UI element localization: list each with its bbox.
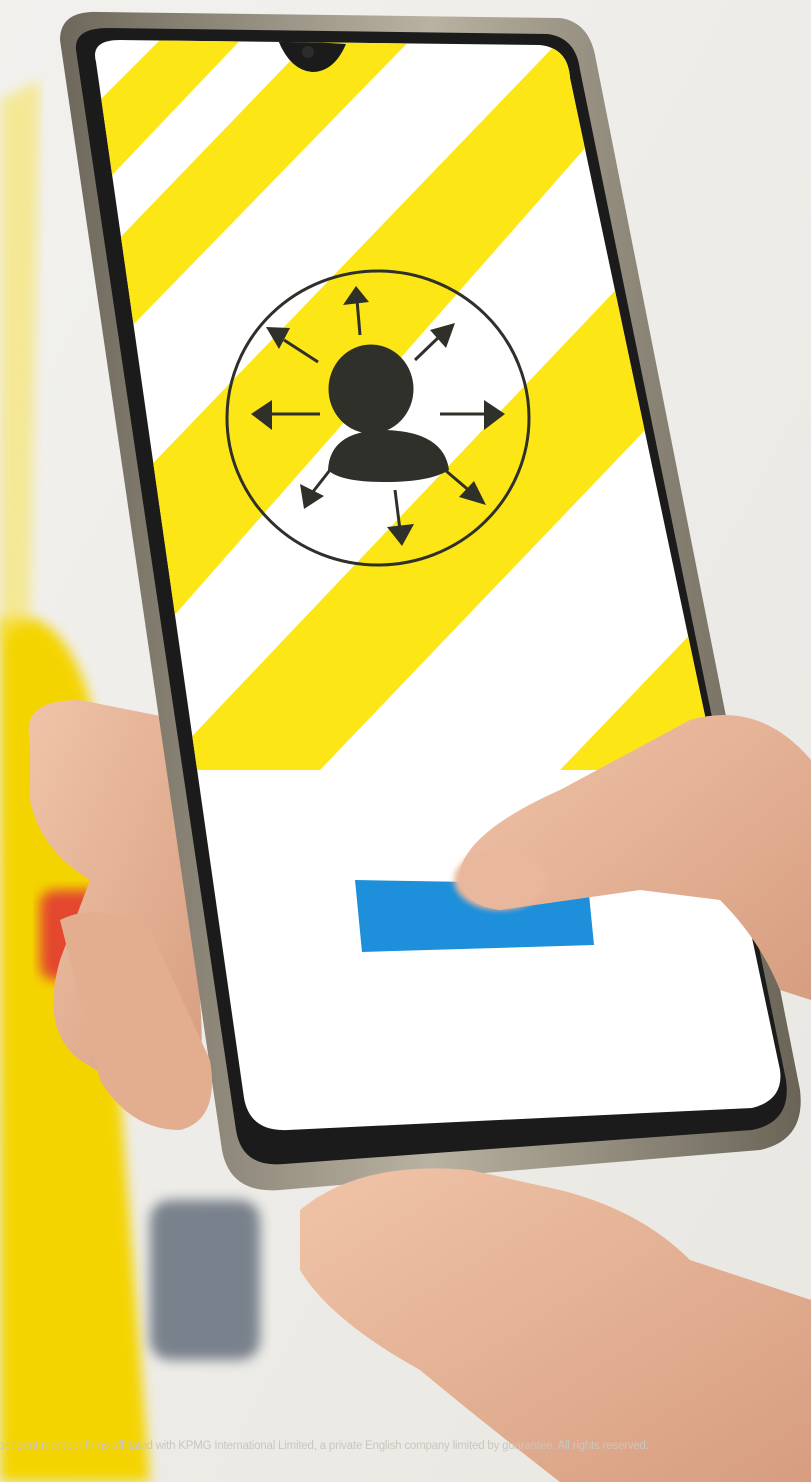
fingertip	[454, 850, 546, 910]
legal-footer-text: pendent member firms affiliated with KPM…	[0, 1440, 649, 1452]
front-camera-icon	[302, 46, 314, 58]
background-dark-blur	[150, 1200, 260, 1360]
photo-scene	[0, 0, 811, 1482]
